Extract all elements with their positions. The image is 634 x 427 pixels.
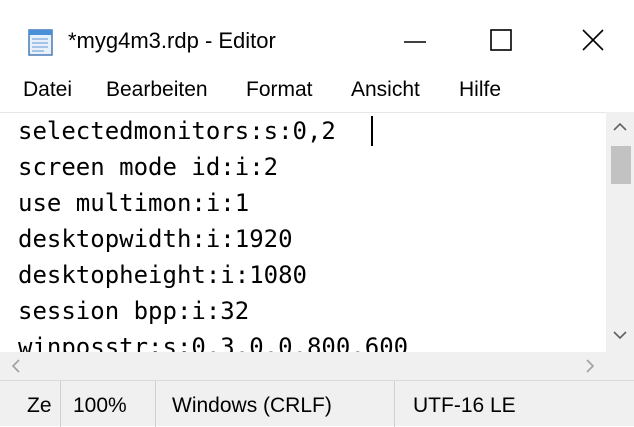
status-line-ending: Windows (CRLF) <box>172 394 332 417</box>
editor-line: desktopwidth:i:1920 <box>18 225 293 253</box>
menu-view[interactable]: Ansicht <box>351 78 420 102</box>
editor-line: winposstr:s:0,3,0,0,800,600 <box>18 333 409 353</box>
editor-line: session bpp:i:32 <box>18 297 250 325</box>
maximize-button[interactable] <box>473 18 529 62</box>
menu-format[interactable]: Format <box>246 78 313 102</box>
minimize-button[interactable] <box>387 18 443 62</box>
chevron-right-icon <box>586 359 595 373</box>
menu-help[interactable]: Hilfe <box>459 78 501 102</box>
status-divider <box>60 381 61 427</box>
editor-line: use multimon:i:1 <box>18 189 250 217</box>
status-divider <box>155 381 156 427</box>
status-bar: Ze 100% Windows (CRLF) UTF-16 LE <box>0 380 634 427</box>
status-encoding: UTF-16 LE <box>413 394 516 417</box>
maximize-icon <box>490 29 512 51</box>
chevron-up-icon <box>613 122 627 131</box>
window-title: *myg4m3.rdp - Editor <box>68 28 276 53</box>
text-caret <box>371 116 373 146</box>
notepad-icon <box>28 29 53 56</box>
status-zoom: 100% <box>73 394 127 417</box>
vertical-scrollbar[interactable] <box>606 112 634 352</box>
status-divider <box>394 381 395 427</box>
scroll-right-button[interactable] <box>576 352 604 380</box>
horizontal-scrollbar[interactable] <box>0 352 606 380</box>
close-button[interactable] <box>565 18 621 62</box>
title-bar[interactable]: *myg4m3.rdp - Editor <box>0 0 634 72</box>
notepad-window: *myg4m3.rdp - Editor Datei Bearbeiten Fo… <box>0 0 634 427</box>
status-position: Ze <box>27 394 52 417</box>
editor-line: screen mode id:i:2 <box>18 153 279 181</box>
scroll-left-button[interactable] <box>2 352 30 380</box>
close-icon <box>582 29 604 51</box>
menu-bar: Datei Bearbeiten Format Ansicht Hilfe <box>0 72 634 110</box>
menu-file[interactable]: Datei <box>23 78 72 102</box>
chevron-left-icon <box>11 359 20 373</box>
menu-edit[interactable]: Bearbeiten <box>106 78 208 102</box>
vertical-scroll-thumb[interactable] <box>611 146 631 184</box>
editor-line: desktopheight:i:1080 <box>18 261 307 289</box>
chevron-down-icon <box>613 331 627 340</box>
scroll-up-button[interactable] <box>606 112 634 142</box>
editor-line: selectedmonitors:s:0,2 <box>18 117 336 145</box>
scrollbar-corner <box>606 352 634 380</box>
scroll-down-button[interactable] <box>606 318 634 352</box>
minimize-icon <box>404 41 426 43</box>
text-editor[interactable]: selectedmonitors:s:0,2 screen mode id:i:… <box>0 112 606 353</box>
